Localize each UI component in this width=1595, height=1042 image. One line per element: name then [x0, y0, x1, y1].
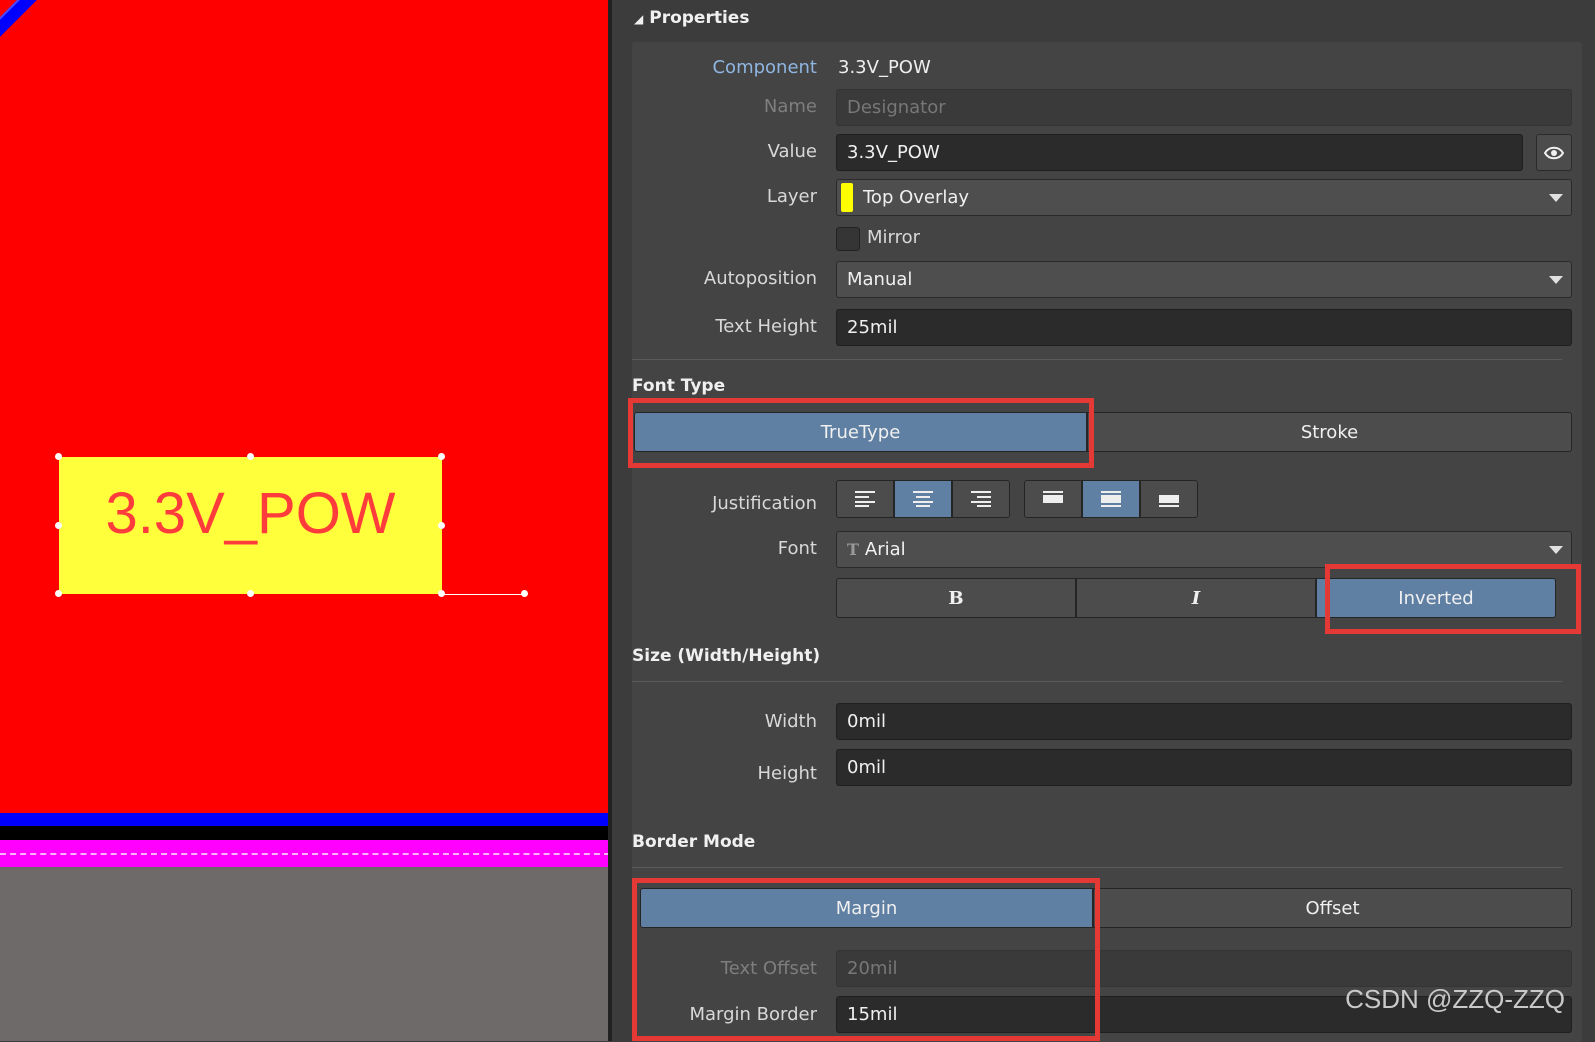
layer-label: Layer — [766, 186, 817, 207]
chevron-down-icon — [1549, 546, 1563, 554]
font-value: Arial — [864, 539, 906, 560]
selection-handle[interactable] — [521, 590, 528, 597]
blue-track — [0, 0, 99, 52]
text-height-label: Text Height — [715, 316, 817, 337]
value-label: Value — [767, 141, 817, 162]
mirror-label[interactable]: Mirror — [867, 227, 920, 248]
layer-dropdown-text: Top Overlay — [863, 187, 970, 208]
blue-layer-strip — [0, 813, 610, 826]
valign-middle-button[interactable] — [1082, 480, 1140, 518]
bold-button[interactable]: B — [836, 578, 1076, 618]
width-input[interactable]: 0mil — [836, 703, 1572, 740]
pcb-canvas[interactable]: 3.3V_POW — [0, 0, 610, 1041]
font-type-heading: Font Type — [632, 376, 726, 396]
layer-color-swatch — [841, 183, 853, 212]
truetype-font-icon: T — [847, 540, 859, 559]
selection-handle[interactable] — [55, 522, 62, 529]
text-height-input[interactable]: 25mil — [836, 309, 1572, 346]
eye-icon — [1544, 146, 1564, 159]
offset-button[interactable]: Offset — [1093, 888, 1572, 928]
align-top-icon — [1043, 491, 1063, 503]
align-right-icon — [971, 491, 991, 507]
justification-label: Justification — [712, 493, 817, 514]
valign-bottom-button[interactable] — [1140, 480, 1198, 518]
section-divider — [632, 359, 1562, 360]
section-divider — [632, 867, 1562, 868]
visibility-toggle-button[interactable] — [1536, 134, 1572, 171]
chevron-down-icon — [1549, 194, 1563, 202]
section-divider — [632, 681, 1562, 682]
watermark: CSDN @ZZQ-ZZQ — [1345, 984, 1565, 1014]
dashed-line — [0, 853, 610, 855]
highlight-box-truetype — [628, 398, 1094, 468]
layer-dropdown[interactable]: Top Overlay — [836, 179, 1572, 216]
autoposition-dropdown[interactable]: Manual — [836, 261, 1572, 298]
italic-button[interactable]: I — [1076, 578, 1316, 618]
leader-line — [442, 594, 524, 595]
properties-panel: ◢ Properties Component 3.3V_POW Name Desi… — [612, 0, 1595, 1042]
component-value: 3.3V_POW — [838, 57, 931, 78]
height-label: Height — [757, 763, 817, 784]
highlight-box-margin — [632, 878, 1100, 1041]
component-text: 3.3V_POW — [105, 481, 396, 546]
height-input[interactable]: 0mil — [836, 749, 1572, 786]
selection-handle[interactable] — [55, 590, 62, 597]
justify-left-button[interactable] — [836, 480, 894, 518]
align-center-icon — [913, 491, 933, 507]
selection-handle[interactable] — [438, 453, 445, 460]
border-mode-heading: Border Mode — [632, 832, 756, 852]
highlight-box-inverted — [1325, 564, 1581, 634]
black-layer-strip — [0, 826, 610, 840]
selected-text-object[interactable]: 3.3V_POW — [59, 457, 442, 594]
stroke-button[interactable]: Stroke — [1087, 412, 1572, 452]
magenta-layer-strip — [0, 840, 610, 867]
chevron-down-icon — [1549, 276, 1563, 284]
panel-title-text: Properties — [649, 8, 750, 28]
selection-handle[interactable] — [55, 453, 62, 460]
autoposition-value: Manual — [847, 269, 913, 290]
justify-right-button[interactable] — [952, 480, 1010, 518]
board-outside-area — [0, 867, 610, 1041]
component-label[interactable]: Component — [632, 57, 817, 78]
autoposition-label: Autoposition — [703, 268, 817, 289]
selection-handle[interactable] — [247, 453, 254, 460]
valign-top-button[interactable] — [1024, 480, 1082, 518]
name-label: Name — [763, 96, 817, 117]
font-dropdown[interactable]: T Arial — [836, 531, 1572, 568]
align-left-icon — [855, 491, 875, 507]
panel-title[interactable]: ◢ Properties — [634, 8, 749, 28]
width-label: Width — [764, 711, 817, 732]
size-heading: Size (Width/Height) — [632, 646, 821, 666]
collapse-triangle-icon: ◢ — [634, 12, 644, 26]
align-bottom-icon — [1159, 495, 1179, 507]
mirror-checkbox[interactable] — [836, 227, 860, 251]
font-label: Font — [777, 538, 817, 559]
selection-handle[interactable] — [247, 590, 254, 597]
justify-center-button[interactable] — [894, 480, 952, 518]
name-input[interactable]: Designator — [836, 89, 1572, 126]
value-input[interactable]: 3.3V_POW — [836, 134, 1523, 171]
align-middle-icon — [1101, 491, 1121, 507]
selection-handle[interactable] — [438, 522, 445, 529]
